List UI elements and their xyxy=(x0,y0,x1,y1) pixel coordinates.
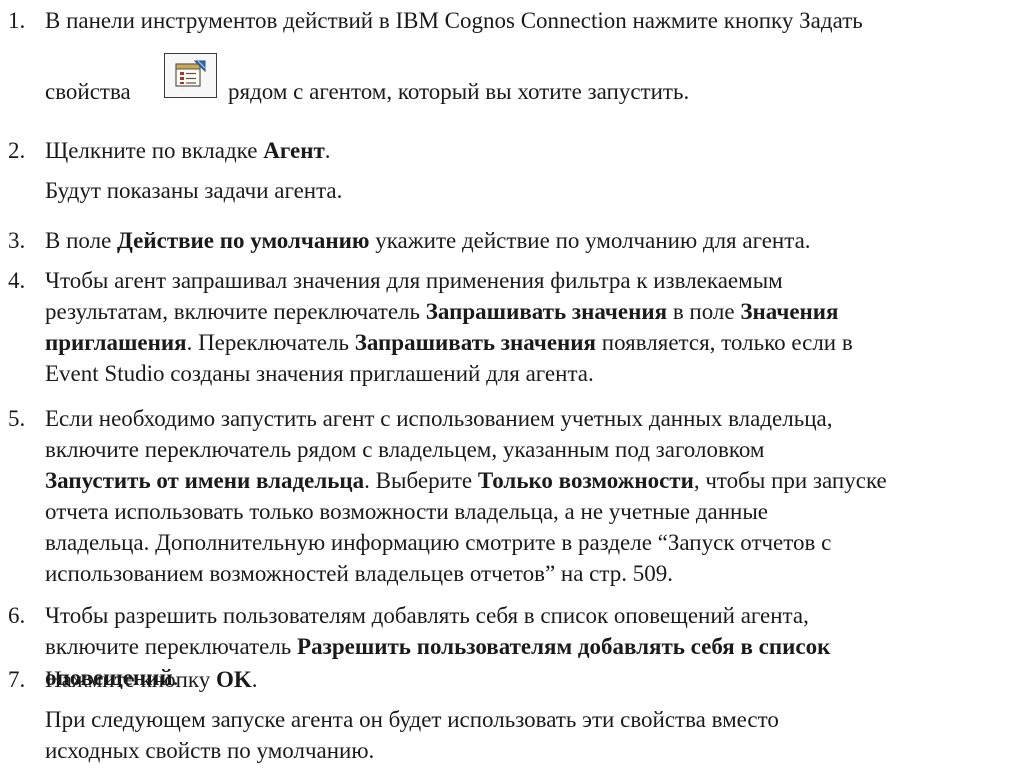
ui-label: Действие по умолчанию xyxy=(117,228,370,253)
step-number: 4. xyxy=(8,268,26,293)
step-4: 4. Чтобы агент запрашивал значения для п… xyxy=(0,265,1005,389)
ui-label: Значения xyxy=(740,299,839,324)
step-text: свойства xyxy=(45,79,131,104)
step-number: 2. xyxy=(8,138,26,163)
step-5: 5. Если необходимо запустить агент с исп… xyxy=(0,403,1005,589)
step-number: 1. xyxy=(8,8,26,33)
ui-label: Агент xyxy=(263,138,325,163)
step-result: При следующем запуске агента он будет ис… xyxy=(45,707,779,763)
ui-label: Запрашивать значения xyxy=(354,330,597,355)
step-text: В панели инструментов действий в IBM Cog… xyxy=(45,8,863,33)
step-number: 3. xyxy=(8,228,26,253)
ui-label: Запустить от имени владельца xyxy=(45,468,365,493)
step-result: Будут показаны задачи агента. xyxy=(45,178,343,203)
ui-label: Запрашивать значения xyxy=(425,299,668,324)
step-number: 6. xyxy=(8,603,26,628)
step-number: 7. xyxy=(8,667,26,692)
step-number: 5. xyxy=(8,406,26,431)
step-3: 3. В поле Действие по умолчанию укажите … xyxy=(0,225,1005,256)
step-text: рядом с агентом, который вы хотите запус… xyxy=(228,79,690,104)
ui-label: Разрешить пользователям добавлять себя в… xyxy=(297,634,831,659)
ui-label: приглашения xyxy=(45,330,187,355)
step-7: 7. Нажмите кнопку OK. xyxy=(0,664,1005,695)
step-1-continuation: свойства рядом с агентом, который вы хот… xyxy=(45,76,689,107)
set-properties-icon xyxy=(164,53,217,98)
ui-label: Только возможности xyxy=(477,468,694,493)
set-properties-icon xyxy=(175,60,206,87)
ui-label: OK xyxy=(215,667,252,692)
